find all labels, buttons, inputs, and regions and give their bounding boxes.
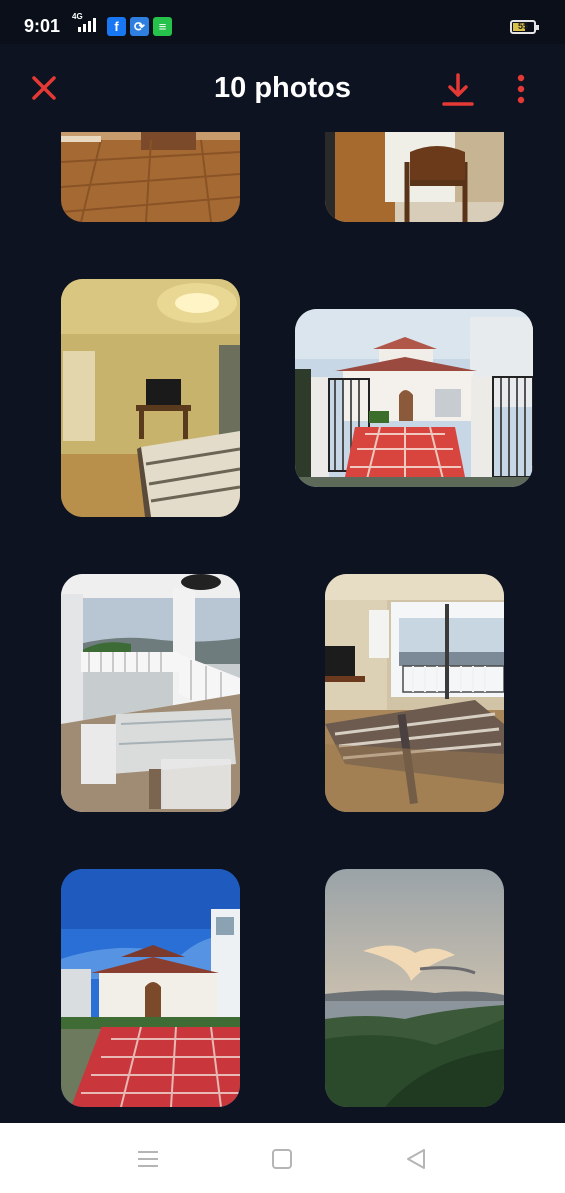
back-icon xyxy=(407,1149,425,1169)
top-app-bar: 10 photos xyxy=(0,44,565,132)
photo-thumbnail[interactable] xyxy=(61,132,240,222)
photo-image xyxy=(295,309,533,487)
download-icon xyxy=(442,73,474,106)
home-button[interactable] xyxy=(270,1147,294,1171)
photo-thumbnail[interactable] xyxy=(325,869,504,1107)
battery-icon: 55 xyxy=(510,20,539,34)
photo-image xyxy=(61,279,240,517)
menu-icon xyxy=(138,1151,158,1167)
home-icon xyxy=(272,1149,292,1169)
more-vertical-icon xyxy=(517,74,525,104)
photo-image xyxy=(61,132,240,222)
download-button[interactable] xyxy=(440,72,476,108)
photo-thumbnail[interactable] xyxy=(61,574,240,812)
network-type: 4G xyxy=(72,12,83,21)
messages-icon: ≡ xyxy=(153,17,172,36)
battery-level: 55 xyxy=(517,21,528,31)
photo-image xyxy=(325,132,504,222)
page-title: 10 photos xyxy=(214,72,351,104)
photo-thumbnail[interactable] xyxy=(61,279,240,517)
signal-icon: 4G xyxy=(70,12,100,34)
photo-image xyxy=(61,869,240,1107)
status-time: 9:01 xyxy=(24,16,61,36)
facebook-icon: f xyxy=(107,17,126,36)
menu-button[interactable] xyxy=(136,1147,160,1171)
photo-thumbnail[interactable] xyxy=(295,309,533,487)
photo-thumbnail[interactable] xyxy=(325,574,504,812)
photo-thumbnail[interactable] xyxy=(61,869,240,1107)
back-button[interactable] xyxy=(404,1147,428,1171)
system-navigation-bar xyxy=(0,1123,565,1193)
sync-icon: ⟳ xyxy=(130,17,149,36)
photo-image xyxy=(325,574,504,812)
more-options-button[interactable] xyxy=(510,72,532,108)
status-bar: 9:01 4G f ⟳ ≡ 55 xyxy=(0,0,565,44)
photo-image xyxy=(61,574,240,812)
photo-grid xyxy=(0,132,565,1122)
photo-thumbnail[interactable] xyxy=(325,132,504,222)
photo-image xyxy=(325,869,504,1107)
